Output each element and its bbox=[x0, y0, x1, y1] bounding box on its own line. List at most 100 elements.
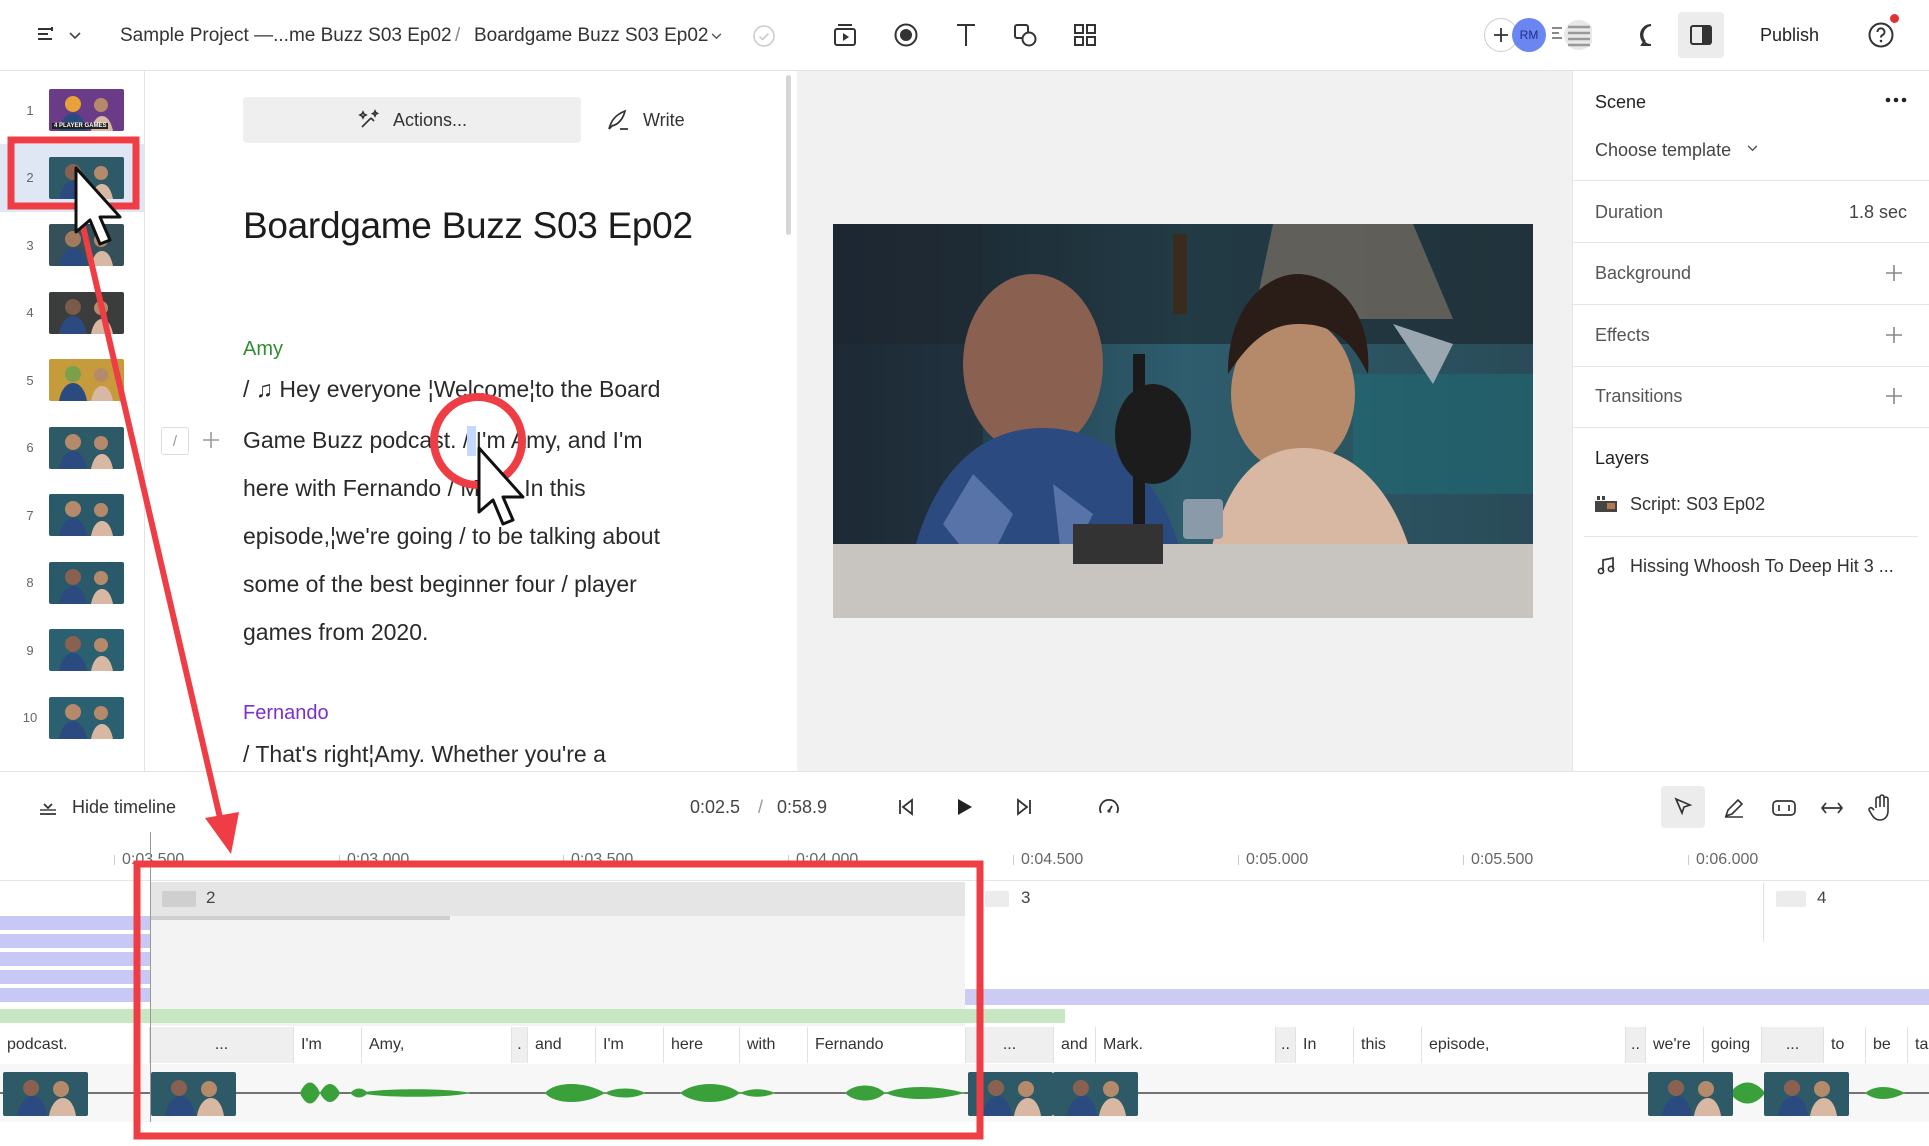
script-line[interactable]: episode,¦we're going / to be talking abo… bbox=[243, 523, 660, 550]
menu-icon[interactable] bbox=[34, 22, 58, 48]
word-token[interactable]: here bbox=[664, 1027, 740, 1063]
hide-timeline-button[interactable]: Hide timeline bbox=[72, 797, 176, 818]
scene-thumbnail-5[interactable]: 5 bbox=[0, 346, 144, 414]
clip-thumbnail[interactable] bbox=[968, 1072, 1053, 1116]
script-line[interactable]: Game Buzz podcast. / I'm Amy, and I'm bbox=[243, 427, 643, 454]
word-token[interactable]: we're bbox=[1646, 1027, 1704, 1063]
collaborators-icon[interactable] bbox=[1548, 18, 1592, 52]
word-token[interactable]: going bbox=[1704, 1027, 1762, 1063]
clip-thumbnail[interactable] bbox=[1764, 1072, 1849, 1116]
script-line[interactable]: / ♫ Hey everyone ¦Welcome¦to the Board bbox=[243, 376, 660, 403]
layer-track[interactable] bbox=[0, 970, 150, 984]
word-token[interactable]: and bbox=[528, 1027, 596, 1063]
skip-back-icon[interactable] bbox=[895, 796, 917, 818]
layer-script[interactable]: Script: S03 Ep02 bbox=[1630, 494, 1765, 515]
playback-speed-icon[interactable] bbox=[1097, 796, 1121, 820]
scene-thumbnail-image[interactable] bbox=[49, 426, 124, 469]
scene-thumbnail-image[interactable] bbox=[49, 561, 124, 604]
select-tool-icon[interactable] bbox=[1661, 786, 1705, 828]
word-token[interactable]: .. bbox=[1626, 1027, 1646, 1063]
word-token[interactable]: In bbox=[1296, 1027, 1354, 1063]
publish-button[interactable]: Publish bbox=[1760, 0, 1819, 71]
record-icon[interactable] bbox=[891, 20, 921, 50]
layer-track[interactable] bbox=[0, 988, 150, 1002]
scene-thumbnail-6[interactable]: 6 bbox=[0, 414, 144, 482]
duration-value[interactable]: 1.8 sec bbox=[1849, 202, 1907, 223]
skip-forward-icon[interactable] bbox=[1013, 796, 1035, 818]
add-line-icon[interactable] bbox=[201, 430, 223, 452]
word-token[interactable]: be bbox=[1866, 1027, 1908, 1063]
word-token[interactable]: and bbox=[1054, 1027, 1096, 1063]
word-token[interactable]: episode, bbox=[1422, 1027, 1626, 1063]
word-token[interactable]: Amy, bbox=[362, 1027, 512, 1063]
add-transition-icon[interactable] bbox=[1884, 386, 1906, 408]
scene-thumbnail-image[interactable] bbox=[49, 291, 124, 334]
clip-thumbnail[interactable] bbox=[1053, 1072, 1138, 1116]
playhead[interactable] bbox=[150, 832, 151, 1122]
layer-audio[interactable]: Hissing Whoosh To Deep Hit 3 ... bbox=[1630, 556, 1894, 577]
scene-4-label[interactable]: 4 bbox=[1817, 882, 1826, 914]
script-line[interactable]: games from 2020. bbox=[243, 619, 428, 646]
scene-thumbnail-9[interactable]: 9 bbox=[0, 616, 144, 684]
document-title[interactable]: Boardgame Buzz S03 Ep02 bbox=[243, 205, 693, 247]
scene-thumbnail-image[interactable] bbox=[49, 629, 124, 671]
scene-thumbnail-image[interactable] bbox=[49, 156, 124, 199]
choose-template-dropdown[interactable]: Choose template bbox=[1595, 140, 1731, 161]
comment-icon[interactable] bbox=[1636, 20, 1666, 50]
script-line[interactable]: / That's right¦Amy. Whether you're a bbox=[243, 741, 606, 768]
layer-track[interactable] bbox=[0, 934, 150, 948]
scene-thumbnail-3[interactable]: 3 bbox=[0, 211, 144, 279]
scene-thumbnail-image[interactable] bbox=[49, 359, 124, 401]
script-scrollbar[interactable] bbox=[786, 75, 791, 235]
panel-toggle-icon[interactable] bbox=[1678, 12, 1724, 58]
chevron-down-icon[interactable] bbox=[68, 26, 82, 46]
avatar[interactable]: RM bbox=[1512, 18, 1546, 52]
add-background-icon[interactable] bbox=[1884, 263, 1906, 285]
help-icon[interactable] bbox=[1866, 20, 1896, 50]
scene-play-icon[interactable] bbox=[830, 20, 860, 50]
script-line[interactable]: some of the best beginner four / player bbox=[243, 571, 637, 598]
word-token[interactable]: Fernando bbox=[808, 1027, 966, 1063]
word-token[interactable]: I'm bbox=[596, 1027, 664, 1063]
speaker-label-fernando[interactable]: Fernando bbox=[243, 702, 329, 725]
clip-thumbnail[interactable] bbox=[3, 1072, 88, 1116]
shapes-icon[interactable] bbox=[1010, 20, 1040, 50]
play-icon[interactable] bbox=[953, 796, 975, 818]
layer-track[interactable] bbox=[0, 952, 150, 966]
actions-button[interactable]: Actions... bbox=[243, 97, 581, 143]
stretch-tool-icon[interactable] bbox=[1819, 796, 1845, 820]
word-token[interactable]: I'm bbox=[294, 1027, 362, 1063]
word-token[interactable]: . bbox=[512, 1027, 528, 1063]
word-token[interactable]: ... bbox=[1762, 1027, 1824, 1063]
scene-thumbnail-image[interactable] bbox=[49, 494, 124, 536]
clip-thumbnail[interactable] bbox=[151, 1072, 236, 1116]
word-token[interactable]: ... bbox=[966, 1027, 1054, 1063]
scene-thumbnail-1[interactable]: 14 PLAYER GAMES bbox=[0, 76, 144, 144]
chevron-down-icon[interactable] bbox=[1747, 145, 1759, 157]
insert-slash-button[interactable]: / bbox=[161, 427, 189, 455]
video-frame[interactable] bbox=[833, 224, 1533, 618]
word-token[interactable]: this bbox=[1354, 1027, 1422, 1063]
more-options-icon[interactable] bbox=[1884, 96, 1908, 108]
scene-thumbnail-10[interactable]: 10 bbox=[0, 684, 144, 752]
text-tool-icon[interactable] bbox=[951, 20, 981, 50]
word-token[interactable]: ... bbox=[150, 1027, 294, 1063]
audio-track[interactable] bbox=[0, 1064, 1929, 1122]
word-token[interactable]: tal bbox=[1908, 1027, 1929, 1063]
word-token[interactable]: .. bbox=[1276, 1027, 1296, 1063]
timeline-ruler[interactable]: 0:03.500 0:03.000 0:03.500 0:04.000 0:04.500… bbox=[0, 841, 1929, 881]
clip-thumbnail[interactable] bbox=[1648, 1072, 1733, 1116]
layer-track[interactable] bbox=[965, 989, 1929, 1005]
chevron-down-icon[interactable] bbox=[709, 28, 723, 44]
add-effect-icon[interactable] bbox=[1884, 325, 1906, 347]
scene-thumbnail-7[interactable]: 7 bbox=[0, 481, 144, 549]
audio-effect-track[interactable] bbox=[0, 1009, 1065, 1023]
layer-track[interactable] bbox=[0, 916, 150, 930]
scene-thumbnail-4[interactable]: 4 bbox=[0, 279, 144, 347]
scene-thumbnail-8[interactable]: 8 bbox=[0, 549, 144, 617]
script-line[interactable]: here with Fernando / Mark. In this bbox=[243, 475, 586, 502]
hide-timeline-icon[interactable] bbox=[37, 796, 59, 818]
scene-thumbnail-image[interactable] bbox=[49, 224, 124, 266]
scene-thumbnail-2[interactable]: 2 bbox=[0, 143, 144, 212]
breadcrumb-document[interactable]: Boardgame Buzz S03 Ep02 bbox=[474, 0, 709, 71]
